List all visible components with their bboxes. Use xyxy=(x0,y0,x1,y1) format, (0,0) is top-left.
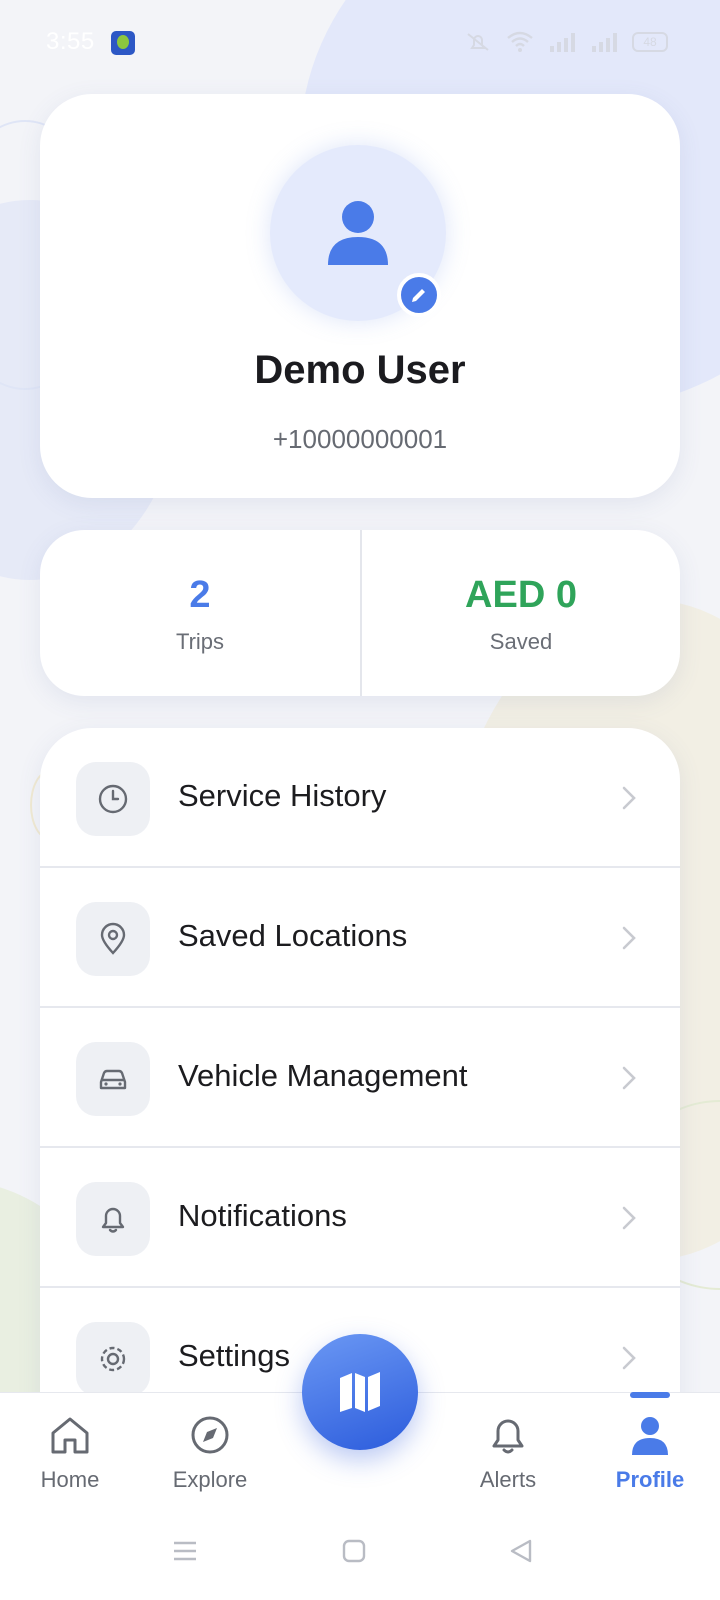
bell-icon xyxy=(101,1207,125,1233)
nav-label: Home xyxy=(40,1467,100,1492)
menu-item-label: Notifications xyxy=(178,1198,347,1233)
menu-item-vehicle-management[interactable]: Vehicle Management xyxy=(40,1008,680,1148)
nav-item-home[interactable]: Home xyxy=(10,1413,130,1493)
menu-icon-box xyxy=(76,1042,150,1116)
stat-saved-label: Saved xyxy=(489,629,553,654)
stat-trips-label: Trips xyxy=(175,629,225,654)
nav-label: Explore xyxy=(172,1467,248,1492)
clock-icon xyxy=(98,784,128,814)
menu-item-saved-locations[interactable]: Saved Locations xyxy=(40,868,680,1008)
menu-icon-box xyxy=(76,762,150,836)
edit-avatar-button[interactable] xyxy=(397,273,441,317)
map-fab-button[interactable] xyxy=(302,1334,418,1450)
bell-icon xyxy=(492,1419,524,1454)
chevron-right-icon xyxy=(622,786,636,810)
car-icon xyxy=(99,1069,127,1090)
menu-icon[interactable] xyxy=(172,1538,198,1564)
status-icons: 48 xyxy=(464,30,668,54)
nav-label: Alerts xyxy=(479,1467,537,1492)
stats-card: 2 Trips AED 0 Saved xyxy=(40,530,680,696)
signal-icon xyxy=(592,33,617,52)
chevron-right-icon xyxy=(622,1346,636,1370)
system-nav-bar xyxy=(0,1500,720,1600)
menu-icon-box xyxy=(76,1322,150,1396)
menu-item-notifications[interactable]: Notifications xyxy=(40,1148,680,1288)
menu-item-label: Settings xyxy=(178,1338,291,1373)
nav-label: Profile xyxy=(615,1467,685,1492)
menu-item-label: Vehicle Management xyxy=(178,1058,468,1093)
mute-icon xyxy=(467,33,489,51)
home-square-icon[interactable] xyxy=(341,1538,367,1564)
compass-icon xyxy=(191,1416,229,1454)
profile-screen: 3:55 48 Demo User +10000000001 2 Trips A… xyxy=(0,0,720,1600)
menu-item-label: Service History xyxy=(178,778,387,813)
user-phone: +10000000001 xyxy=(272,424,448,454)
stat-trips-value: 2 xyxy=(189,574,211,616)
wifi-icon xyxy=(507,31,533,52)
chevron-right-icon xyxy=(622,926,636,950)
stat-saved-value: AED 0 xyxy=(465,574,577,616)
stat-trips: 2 Trips xyxy=(40,530,360,696)
gear-icon xyxy=(100,1346,126,1372)
menu-item-service-history[interactable]: Service History xyxy=(40,728,680,868)
status-bar: 3:55 48 xyxy=(0,0,720,88)
menu-card: Service History Saved Locations Vehicle … xyxy=(40,728,680,1428)
map-icon xyxy=(340,1372,380,1412)
chevron-right-icon xyxy=(622,1066,636,1090)
nav-item-explore[interactable]: Explore xyxy=(150,1413,270,1493)
signal-icon xyxy=(550,33,575,52)
back-icon[interactable] xyxy=(508,1538,534,1564)
menu-icon-box xyxy=(76,902,150,976)
user-icon xyxy=(328,201,388,265)
app-notification-icon xyxy=(111,31,135,55)
chevron-right-icon xyxy=(622,1206,636,1230)
home-icon xyxy=(51,1417,89,1454)
user-icon xyxy=(632,1417,668,1455)
nav-item-profile[interactable]: Profile xyxy=(590,1413,710,1493)
user-name: Demo User xyxy=(254,348,466,392)
nav-item-alerts[interactable]: Alerts xyxy=(448,1413,568,1493)
nav-active-indicator xyxy=(630,1392,670,1398)
pencil-icon xyxy=(412,289,425,302)
menu-item-label: Saved Locations xyxy=(178,918,408,953)
menu-icon-box xyxy=(76,1182,150,1256)
map-pin-icon xyxy=(100,922,126,955)
battery-icon: 48 xyxy=(632,32,668,52)
status-time: 3:55 xyxy=(46,28,95,55)
stat-saved: AED 0 Saved xyxy=(360,530,680,696)
